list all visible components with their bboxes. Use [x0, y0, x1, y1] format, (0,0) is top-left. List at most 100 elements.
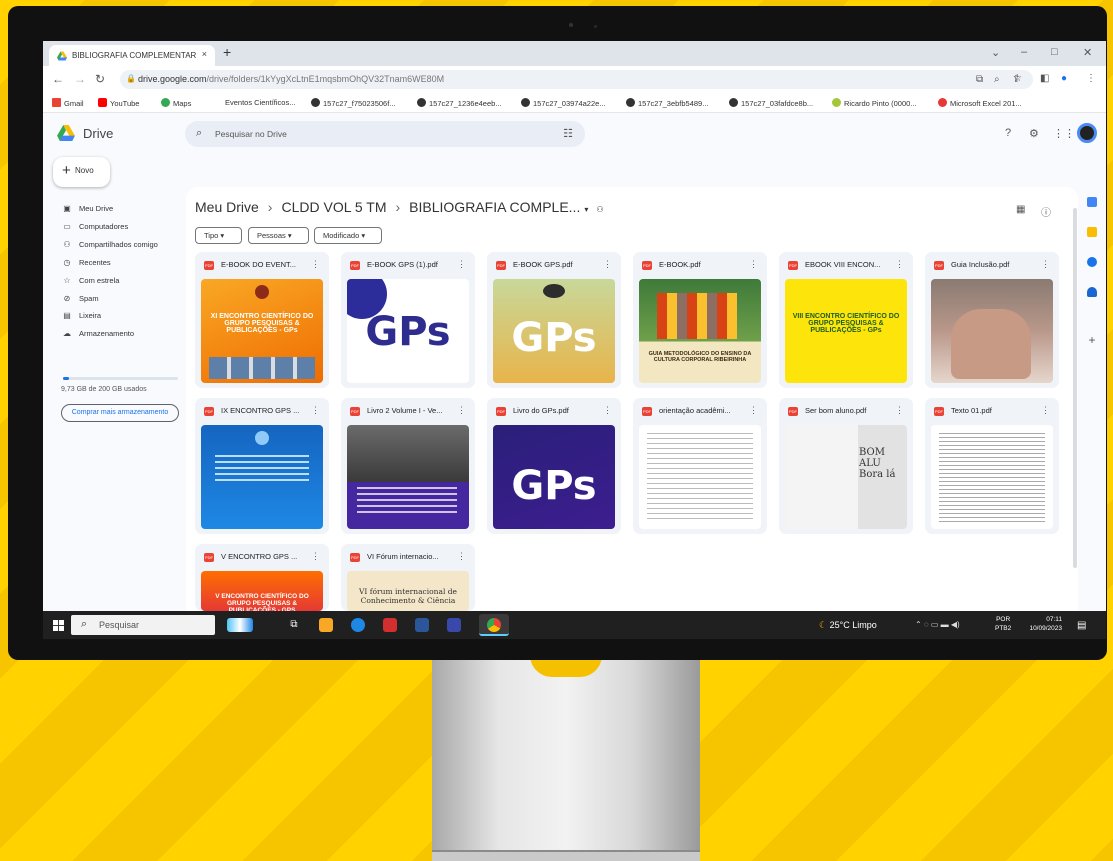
bookmark-excel[interactable]: Microsoft Excel 201...: [938, 98, 1022, 108]
sidebar-item-computadores[interactable]: ▭ Computadores: [61, 222, 128, 231]
file-card[interactable]: PDF E-BOOK.pdf ⋮ GUIA METODOLÓGICO DO EN…: [633, 252, 767, 388]
file-explorer-icon[interactable]: [319, 618, 333, 632]
drive-search-input[interactable]: ⌕ Pesquisar no Drive ☷: [185, 121, 585, 147]
more-options-icon[interactable]: ⋮: [749, 405, 758, 416]
more-options-icon[interactable]: ⋮: [311, 405, 320, 416]
more-options-icon[interactable]: ⋮: [311, 551, 320, 562]
zoom-icon[interactable]: ⌕: [994, 74, 1000, 85]
tab-close-icon[interactable]: ×: [202, 49, 207, 59]
word-icon[interactable]: [415, 618, 429, 632]
scrollbar[interactable]: [1073, 208, 1077, 568]
account-avatar[interactable]: [1077, 123, 1097, 143]
file-card[interactable]: PDF Ser bom aluno.pdf ⋮ BOM ALU Bora lá: [779, 398, 913, 534]
more-options-icon[interactable]: ⋮: [603, 405, 612, 416]
more-options-icon[interactable]: ⋮: [895, 259, 904, 270]
file-card[interactable]: PDF Texto 01.pdf ⋮: [925, 398, 1059, 534]
browser-menu-icon[interactable]: ⋮: [1086, 73, 1096, 84]
clock[interactable]: 07:11 10/09/2023: [1018, 615, 1062, 633]
breadcrumb-cldd[interactable]: CLDD VOL 5 TM: [281, 199, 386, 215]
file-card[interactable]: PDF E-BOOK GPS.pdf ⋮ GPs: [487, 252, 621, 388]
bookmark-157c27-e[interactable]: 157c27_03fafdce8b...: [729, 98, 813, 108]
apps-grid-icon[interactable]: ⋮⋮: [1053, 127, 1075, 140]
sidebar-item-spam[interactable]: ⊘ Spam: [61, 294, 99, 303]
more-options-icon[interactable]: ⋮: [457, 551, 466, 562]
sidebar-item-compartilhados[interactable]: ⚇ Compartilhados comigo: [61, 240, 157, 249]
weather[interactable]: ☾ 25°C Limpo: [819, 620, 877, 631]
windows-start-icon[interactable]: [53, 620, 64, 631]
new-button[interactable]: + Novo: [53, 157, 110, 187]
widget-icon[interactable]: [227, 618, 253, 632]
bookmark-157c27-b[interactable]: 157c27_1236e4eeb...: [417, 98, 502, 108]
file-card[interactable]: PDF E-BOOK DO EVENT... ⋮ XI ENCONTRO CIE…: [195, 252, 329, 388]
notification-icon[interactable]: ▤: [1077, 620, 1086, 631]
breadcrumb-current-folder[interactable]: BIBLIOGRAFIA COMPLE...: [409, 199, 580, 215]
address-bar[interactable]: 🔒 drive.google.com/drive/folders/1kYygXc…: [120, 70, 1033, 89]
tab-search-icon[interactable]: ⌄: [991, 46, 1000, 59]
reload-icon[interactable]: ↻: [95, 72, 105, 86]
more-options-icon[interactable]: ⋮: [895, 405, 904, 416]
more-options-icon[interactable]: ⋮: [457, 405, 466, 416]
sidebar-item-com-estrela[interactable]: ☆ Com estrela: [61, 276, 119, 285]
bookmark-star-icon[interactable]: ☆: [1013, 73, 1022, 84]
buy-storage-button[interactable]: Comprar mais armazenamento: [61, 404, 179, 422]
search-options-icon[interactable]: ☷: [563, 127, 573, 140]
file-card[interactable]: PDF V ENCONTRO GPS ... ⋮ V ENCONTRO CIEN…: [195, 544, 329, 611]
side-panel-icon[interactable]: ◧: [1040, 73, 1049, 84]
sidebar-item-meu-drive[interactable]: ▣ Meu Drive: [61, 204, 113, 213]
help-icon[interactable]: ?: [1005, 127, 1011, 139]
bookmark-ricardo[interactable]: Ricardo Pinto (0000...: [832, 98, 917, 108]
more-options-icon[interactable]: ⋮: [457, 259, 466, 270]
sidebar-item-recentes[interactable]: ◷ Recentes: [61, 258, 111, 267]
more-options-icon[interactable]: ⋮: [1041, 259, 1050, 270]
minimize-icon[interactable]: –: [1021, 46, 1027, 58]
file-card[interactable]: PDF Livro do GPs.pdf ⋮ GPs: [487, 398, 621, 534]
file-card[interactable]: PDF IX ENCONTRO GPS ... ⋮: [195, 398, 329, 534]
chrome-taskbar-button[interactable]: [479, 614, 509, 636]
add-addon-icon[interactable]: +: [1087, 334, 1097, 346]
more-options-icon[interactable]: ⋮: [1041, 405, 1050, 416]
google-lens-icon[interactable]: ⧉: [976, 74, 983, 85]
file-card[interactable]: PDF EBOOK VIII ENCON... ⋮ VIII ENCONTRO …: [779, 252, 913, 388]
breadcrumb-meu-drive[interactable]: Meu Drive: [195, 199, 259, 215]
bookmark-157c27-a[interactable]: 157c27_f75023506f...: [311, 98, 396, 108]
file-card[interactable]: PDF Livro 2 Volume I - Ve... ⋮: [341, 398, 475, 534]
file-card[interactable]: PDF E-BOOK GPS (1).pdf ⋮ GPs: [341, 252, 475, 388]
settings-gear-icon[interactable]: ⚙: [1029, 127, 1039, 140]
bookmark-gmail[interactable]: Gmail: [52, 98, 84, 108]
more-options-icon[interactable]: ⋮: [749, 259, 758, 270]
more-options-icon[interactable]: ⋮: [311, 259, 320, 270]
language-indicator[interactable]: POR PTB2: [995, 615, 1011, 633]
edge-icon[interactable]: [351, 618, 365, 632]
file-card[interactable]: PDF VI Fórum internacio... ⋮ VI fórum in…: [341, 544, 475, 611]
bookmark-eventos[interactable]: Eventos Científicos...: [225, 98, 295, 107]
browser-tab[interactable]: BIBLIOGRAFIA COMPLEMENTAR ×: [49, 45, 215, 66]
acrobat-icon[interactable]: [383, 618, 397, 632]
filter-modificado[interactable]: Modificado ▾: [314, 227, 382, 244]
bookmark-maps[interactable]: Maps: [161, 98, 191, 108]
maximize-icon[interactable]: □: [1051, 46, 1058, 58]
window-close-icon[interactable]: ✕: [1083, 46, 1092, 59]
contacts-icon[interactable]: [1087, 287, 1097, 297]
filter-tipo[interactable]: Tipo ▾: [195, 227, 242, 244]
grid-view-icon[interactable]: ▦: [1016, 204, 1025, 215]
dropdown-icon[interactable]: ▾: [584, 205, 588, 214]
sidebar-item-armazenamento[interactable]: ☁ Armazenamento: [61, 329, 134, 338]
back-icon[interactable]: ←: [52, 72, 64, 86]
bookmark-157c27-d[interactable]: 157c27_3ebfb5489...: [626, 98, 708, 108]
calendar-icon[interactable]: [1087, 197, 1097, 207]
tasks-icon[interactable]: [1087, 257, 1097, 267]
file-card[interactable]: PDF Guia Inclusão.pdf ⋮: [925, 252, 1059, 388]
app-icon[interactable]: [447, 618, 461, 632]
keep-icon[interactable]: [1087, 227, 1097, 237]
info-icon[interactable]: ⓘ: [1041, 204, 1051, 219]
system-tray[interactable]: ⌃ ◌ ▭ ▬ ◀): [915, 620, 960, 629]
taskbar-search-input[interactable]: ⌕ Pesquisar: [71, 615, 215, 635]
file-card[interactable]: PDF orientação acadêmi... ⋮: [633, 398, 767, 534]
profile-icon[interactable]: ●: [1061, 73, 1067, 84]
filter-pessoas[interactable]: Pessoas ▾: [248, 227, 309, 244]
sidebar-item-lixeira[interactable]: ▤ Lixeira: [61, 311, 101, 320]
forward-icon[interactable]: →: [74, 72, 86, 86]
bookmark-157c27-c[interactable]: 157c27_03974a22e...: [521, 98, 606, 108]
bookmark-youtube[interactable]: YouTube: [98, 98, 139, 108]
task-view-icon[interactable]: ⧉: [287, 618, 301, 632]
